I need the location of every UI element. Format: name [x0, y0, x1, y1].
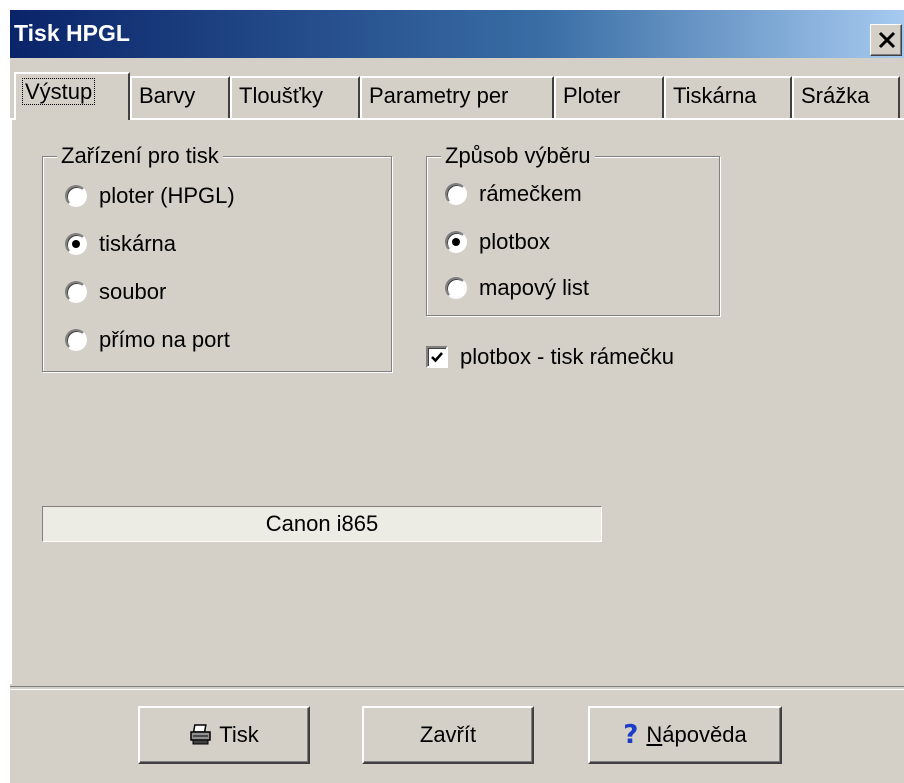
help-button[interactable]: ? Nápověda [588, 706, 782, 764]
tab-label: Barvy [139, 83, 196, 108]
printer-icon [189, 724, 213, 746]
radio-button[interactable] [65, 329, 87, 351]
selection-group-title: Způsob výběru [441, 143, 595, 169]
radio-label: soubor [99, 279, 167, 304]
printer-name-field: Canon i865 [42, 506, 602, 542]
radio-plotbox[interactable]: plotbox [445, 227, 705, 257]
checkmark-icon [431, 352, 443, 363]
plotbox-frame-checkbox[interactable] [426, 346, 448, 368]
radio-label: přímo na port [99, 327, 230, 352]
radio-tiskarna[interactable]: tiskárna [65, 229, 365, 259]
close-icon [878, 31, 896, 49]
radio-button[interactable] [65, 281, 87, 303]
radio-primo-na-port[interactable]: přímo na port [65, 325, 365, 355]
tab-parametry-per[interactable]: Parametry per [360, 76, 554, 118]
print-button[interactable]: Tisk [138, 706, 310, 764]
print-button-label: Tisk [219, 722, 259, 747]
question-mark-icon: ? [623, 720, 639, 750]
window-title: Tisk HPGL [14, 20, 130, 46]
tab-vystup[interactable]: Výstup [14, 72, 130, 120]
button-separator [10, 686, 904, 690]
radio-selected-dot [452, 238, 460, 246]
close-dialog-button[interactable]: Zavřít [362, 706, 534, 764]
radio-button[interactable] [445, 277, 467, 299]
radio-ramečkem[interactable]: rámečkem [445, 179, 705, 209]
radio-soubor[interactable]: soubor [65, 277, 365, 307]
dialog-window: Tisk HPGL Výstup Barvy Tloušťky Parametr… [10, 10, 904, 783]
radio-button[interactable] [65, 185, 87, 207]
tab-barvy[interactable]: Barvy [130, 76, 230, 118]
device-group: Zařízení pro tisk ploter (HPGL) tiskárna… [42, 143, 392, 372]
radio-label: ploter (HPGL) [99, 183, 235, 208]
tab-srazka[interactable]: Srážka [792, 76, 900, 118]
device-group-title: Zařízení pro tisk [57, 143, 223, 169]
plotbox-frame-label: plotbox - tisk rámečku [460, 344, 674, 369]
radio-button[interactable] [445, 183, 467, 205]
tab-tloustky[interactable]: Tloušťky [230, 76, 360, 118]
plotbox-frame-checkbox-row[interactable]: plotbox - tisk rámečku [426, 342, 766, 372]
tab-label: Srážka [801, 83, 870, 108]
tab-label: Tloušťky [239, 83, 324, 108]
title-bar[interactable]: Tisk HPGL [10, 10, 904, 58]
radio-label: plotbox [479, 229, 550, 254]
close-button-label: Zavřít [419, 722, 477, 747]
tab-ploter[interactable]: Ploter [554, 76, 664, 118]
tab-label: Tiskárna [673, 83, 757, 108]
radio-ploter-hpgl[interactable]: ploter (HPGL) [65, 181, 365, 211]
radio-button[interactable] [65, 233, 87, 255]
tab-label: Ploter [563, 83, 621, 108]
radio-button[interactable] [445, 231, 467, 253]
tab-panel-vystup: Zařízení pro tisk ploter (HPGL) tiskárna… [10, 118, 904, 684]
tab-label: Parametry per [369, 83, 509, 108]
radio-mapovy-list[interactable]: mapový list [445, 273, 705, 303]
tab-label: Výstup [21, 78, 96, 105]
radio-label: mapový list [479, 275, 590, 300]
close-button[interactable] [870, 24, 902, 56]
selection-group: Způsob výběru rámečkem plotbox mapový li… [426, 143, 720, 316]
radio-label: tiskárna [99, 231, 177, 256]
radio-selected-dot [72, 240, 80, 248]
help-button-label: Nápověda [646, 722, 747, 747]
tab-tiskarna[interactable]: Tiskárna [664, 76, 792, 118]
radio-label: rámečkem [479, 181, 582, 206]
